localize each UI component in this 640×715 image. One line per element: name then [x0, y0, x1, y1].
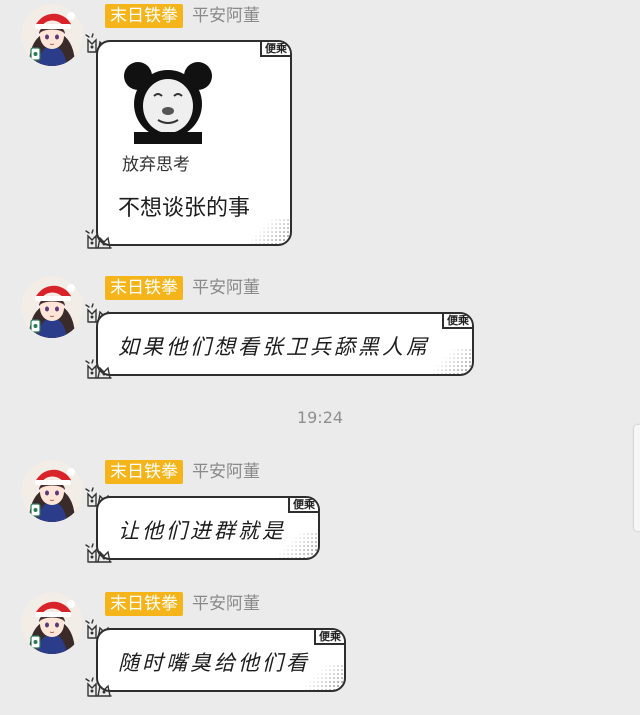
bubble-tag: 便乘	[314, 630, 344, 645]
avatar[interactable]	[21, 276, 83, 338]
scroll-handle[interactable]	[634, 425, 640, 531]
cat-doodle-icon	[84, 228, 114, 252]
member-title-badge: 末日铁拳	[105, 4, 183, 28]
panda-head-icon	[118, 56, 218, 146]
member-title-badge: 末日铁拳	[105, 592, 183, 616]
avatar[interactable]	[21, 592, 83, 654]
message-bubble[interactable]: 便乘 让他们进群就是	[96, 496, 320, 560]
cat-doodle-icon	[84, 676, 114, 700]
message-bubble[interactable]: 便乘 如果他们想看张卫兵舔黑人屌	[96, 312, 474, 376]
sender-nickname[interactable]: 平安阿董	[192, 276, 260, 300]
sender-nickname[interactable]: 平安阿董	[192, 592, 260, 616]
sender-nickname[interactable]: 平安阿董	[192, 460, 260, 484]
panda-sticker[interactable]	[118, 56, 218, 146]
bubble-tag: 便乘	[288, 498, 318, 513]
timestamp-divider: 19:24	[296, 408, 344, 427]
bubble-tag: 便乘	[260, 42, 290, 57]
member-title-badge: 末日铁拳	[105, 276, 183, 300]
message-text: 不想谈张的事	[118, 196, 251, 221]
message-text: 如果他们想看张卫兵舔黑人屌	[118, 335, 430, 359]
message-text: 让他们进群就是	[118, 519, 286, 543]
avatar[interactable]	[21, 4, 83, 66]
message-bubble[interactable]: 便乘 放弃思考 不想谈张的事	[96, 40, 292, 246]
member-title-badge: 末日铁拳	[105, 460, 183, 484]
message-bubble[interactable]: 便乘 随时嘴臭给他们看	[96, 628, 346, 692]
sender-nickname[interactable]: 平安阿董	[192, 4, 260, 28]
cat-doodle-icon	[84, 542, 114, 566]
cat-doodle-icon	[84, 358, 114, 382]
sticker-caption: 放弃思考	[122, 155, 190, 175]
bubble-tag: 便乘	[442, 314, 472, 329]
message-text: 随时嘴臭给他们看	[118, 651, 310, 675]
avatar[interactable]	[21, 460, 83, 522]
